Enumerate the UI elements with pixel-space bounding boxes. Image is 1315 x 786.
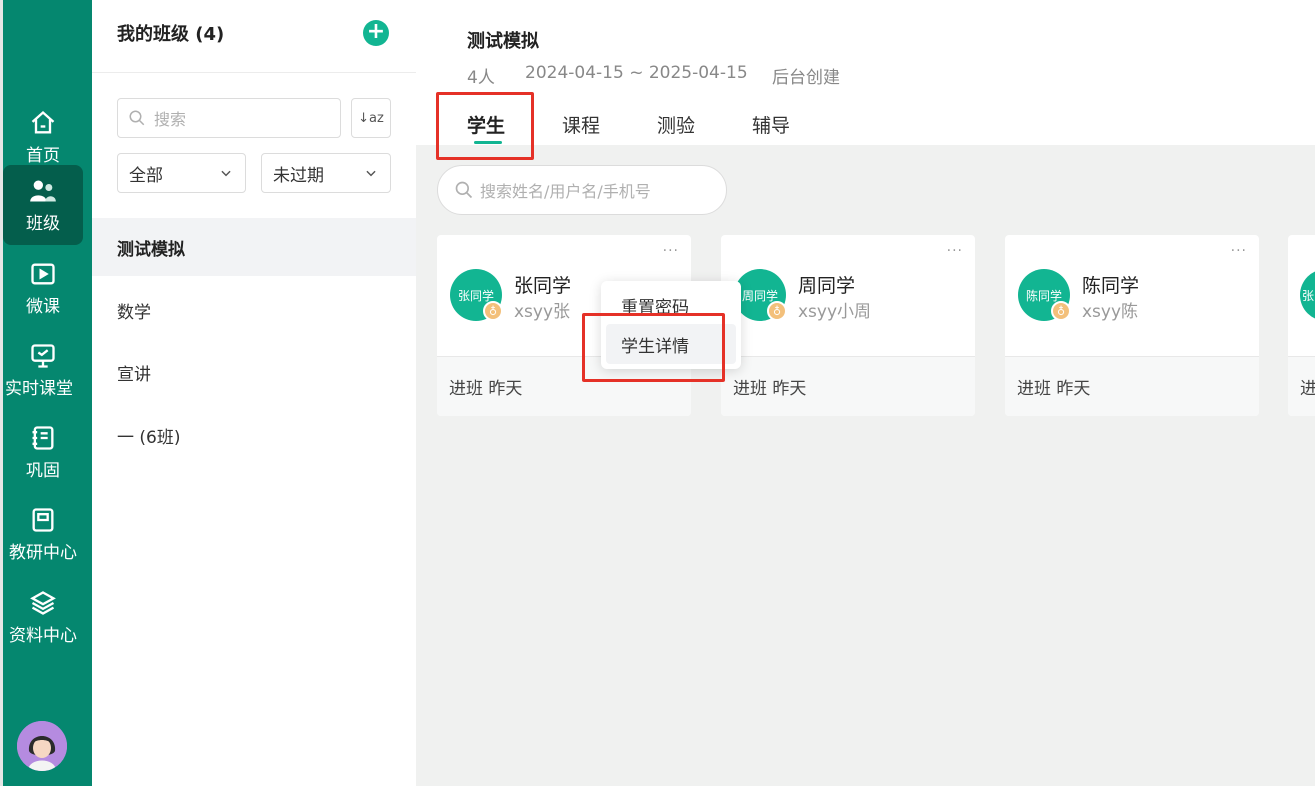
class-header: 测试模拟 4人 2024-04-15 ~ 2025-04-15 后台创建 学生 …	[416, 0, 1315, 145]
nav-item-microlesson[interactable]: 微课	[3, 248, 83, 328]
sort-button[interactable]: ↓az	[351, 98, 391, 138]
sort-icon: ↓az	[358, 110, 384, 126]
nav-label: 实时课堂	[5, 378, 73, 399]
layers-icon	[30, 590, 56, 615]
divider	[92, 72, 416, 73]
user-avatar[interactable]	[17, 721, 67, 771]
classroom-icon	[31, 343, 55, 368]
nav-label: 巩固	[26, 460, 60, 481]
class-item[interactable]: 一 (6班)	[92, 406, 416, 464]
more-options-icon[interactable]: ···	[947, 243, 963, 259]
scope-select[interactable]: 全部	[117, 153, 246, 193]
class-list-panel: 我的班级 (4) + 搜索 ↓az 全部 未过期 测试模拟 数学 宣讲 一 (6…	[92, 0, 416, 786]
play-icon	[31, 263, 55, 284]
card-body: ··· 陈同学 ♁ 陈同学 xsyy陈	[1005, 235, 1259, 356]
nav-label: 首页	[26, 145, 60, 166]
join-time: 进	[1288, 356, 1315, 416]
student-username: xsyy陈	[1082, 302, 1139, 322]
student-details-menu-item[interactable]: 学生详情	[606, 324, 736, 364]
tab-students[interactable]: 学生	[467, 111, 505, 138]
book-icon	[32, 507, 54, 532]
class-item[interactable]: 数学	[92, 281, 416, 339]
tab-active-indicator	[474, 141, 502, 144]
nav-label: 微课	[26, 296, 60, 317]
class-item[interactable]: 宣讲	[92, 343, 416, 401]
student-username: xsyy张	[514, 302, 571, 322]
add-class-button[interactable]: +	[363, 20, 389, 46]
home-icon	[31, 110, 55, 133]
status-select[interactable]: 未过期	[261, 153, 391, 193]
join-time: 进班 昨天	[721, 356, 975, 416]
student-count: 4人	[467, 68, 495, 88]
student-name: 周同学	[798, 275, 856, 297]
nav-label: 班级	[26, 213, 60, 234]
avatar-icon	[17, 721, 67, 771]
chevron-down-icon	[366, 170, 376, 177]
student-username: xsyy小周	[798, 302, 872, 322]
gender-badge-icon: ♁	[1051, 301, 1071, 321]
student-context-menu: 重置密码 学生详情	[601, 281, 741, 369]
student-name: 张同学	[514, 275, 572, 297]
chevron-down-icon	[221, 170, 231, 177]
student-name: 陈同学	[1082, 275, 1140, 297]
nav-item-resources[interactable]: 资料中心	[3, 577, 83, 657]
student-card[interactable]: ··· 陈同学 ♁ 陈同学 xsyy陈 进班 昨天	[1005, 235, 1259, 416]
more-options-icon[interactable]: ···	[663, 243, 679, 259]
status-select-value: 未过期	[273, 165, 324, 186]
student-avatar: 张	[1300, 269, 1315, 321]
search-icon	[129, 110, 145, 126]
more-options-icon[interactable]: ···	[1231, 243, 1247, 259]
nav-label: 资料中心	[9, 625, 77, 646]
notebook-icon	[32, 425, 54, 450]
class-item[interactable]: 测试模拟	[92, 218, 416, 276]
join-time: 进班 昨天	[1005, 356, 1259, 416]
nav-item-class[interactable]: 班级	[3, 165, 83, 245]
date-range: 2024-04-15 ~ 2025-04-15	[525, 63, 748, 83]
main-nav: 首页 班级 微课 实时课堂 巩固 教研中心 资料中心	[0, 0, 92, 786]
users-icon	[30, 180, 56, 201]
tab-courses[interactable]: 课程	[562, 111, 600, 138]
student-search-input[interactable]: 搜索姓名/用户名/手机号	[437, 165, 727, 215]
tab-quizzes[interactable]: 测验	[657, 111, 695, 138]
gender-badge-icon: ♁	[767, 301, 787, 321]
scope-select-value: 全部	[129, 165, 163, 186]
search-placeholder: 搜索姓名/用户名/手机号	[480, 182, 651, 201]
created-by: 后台创建	[772, 68, 840, 88]
class-search-input[interactable]: 搜索	[117, 98, 341, 138]
panel-title: 我的班级 (4)	[117, 24, 225, 45]
class-title: 测试模拟	[467, 31, 539, 52]
card-body: ··· 周同学 ♁ 周同学 xsyy小周	[721, 235, 975, 356]
search-icon	[455, 181, 473, 199]
nav-item-research[interactable]: 教研中心	[3, 494, 83, 574]
gender-badge-icon: ♁	[483, 301, 503, 321]
search-placeholder: 搜索	[154, 110, 187, 129]
nav-item-consolidate[interactable]: 巩固	[3, 412, 83, 492]
card-body: 张	[1288, 235, 1315, 356]
nav-item-live-class[interactable]: 实时课堂	[3, 330, 83, 410]
tab-tutoring[interactable]: 辅导	[752, 111, 790, 138]
student-card[interactable]: 张 进	[1288, 235, 1315, 416]
nav-label: 教研中心	[9, 542, 77, 563]
student-card[interactable]: ··· 周同学 ♁ 周同学 xsyy小周 进班 昨天	[721, 235, 975, 416]
reset-password-menu-item[interactable]: 重置密码	[606, 285, 736, 325]
